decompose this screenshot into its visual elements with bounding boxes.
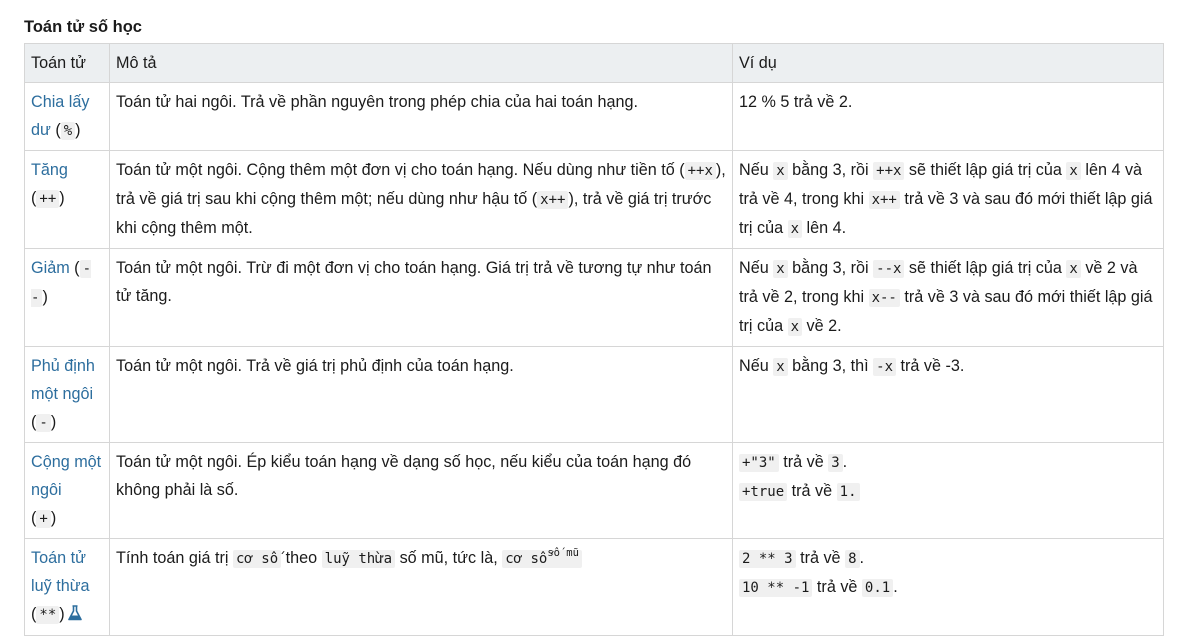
code-snippet: x <box>787 220 803 238</box>
code-snippet: x <box>787 318 803 336</box>
description-cell: Toán tử một ngôi. Ép kiểu toán hạng về d… <box>109 442 733 539</box>
code-snippet: +true <box>739 483 788 501</box>
arithmetic-operators-table: Toán tử Mô tả Ví dụ Chia lấy dư (%) Toán… <box>24 43 1164 636</box>
description-cell: Toán tử một ngôi. Cộng thêm một đơn vị c… <box>109 150 733 249</box>
operator-link-exponentiation[interactable]: Toán tử luỹ thừa <box>31 549 90 595</box>
code-snippet: ++x <box>873 162 905 180</box>
operator-link-unary-negation[interactable]: Phủ định một ngôi <box>31 357 95 403</box>
table-row: Toán tử luỹ thừa(**) Tính toán giá trị c… <box>24 538 1164 636</box>
operator-cell: Phủ định một ngôi(-) <box>24 346 110 443</box>
description-cell: Tính toán giá trị cơ số theo luỹ thừa số… <box>109 538 733 636</box>
code-snippet: 8 <box>845 550 860 568</box>
code-snippet: -x <box>873 358 896 376</box>
code-snippet: luỹ thừa <box>321 550 396 568</box>
table-row: Tăng(++) Toán tử một ngôi. Cộng thêm một… <box>24 150 1164 249</box>
section-title: Toán tử số học <box>24 18 142 36</box>
description-cell: Toán tử hai ngôi. Trả về phần nguyên tro… <box>109 82 733 151</box>
table-row: Giảm (--) Toán tử một ngôi. Trừ đi một đ… <box>24 248 1164 347</box>
operator-symbol: + <box>36 510 51 528</box>
flask-icon[interactable] <box>67 602 82 630</box>
operator-link-decrement[interactable]: Giảm <box>31 259 70 277</box>
operator-symbol: % <box>60 122 76 140</box>
example-cell: Nếu x bằng 3, rồi ++x sẽ thiết lập giá t… <box>732 150 1164 249</box>
operator-cell: Toán tử luỹ thừa(**) <box>24 538 110 636</box>
description-cell: Toán tử một ngôi. Trừ đi một đơn vị cho … <box>109 248 733 347</box>
table-row: Chia lấy dư (%) Toán tử hai ngôi. Trả về… <box>24 82 1164 151</box>
code-snippet: 1. <box>836 483 860 501</box>
code-snippet: x-- <box>868 289 900 307</box>
code-snippet: x++ <box>537 191 569 209</box>
code-snippet: 2 ** 3 <box>739 550 796 568</box>
operator-symbol: - <box>36 414 51 432</box>
code-snippet: x++ <box>868 191 900 209</box>
header-example: Ví dụ <box>732 43 1164 83</box>
code-snippet: +"3" <box>739 454 779 472</box>
code-snippet: x <box>773 358 788 376</box>
operator-cell: Cộng một ngôi(+) <box>24 442 110 539</box>
operator-symbol: ++ <box>36 190 60 208</box>
code-snippet: 3 <box>828 454 843 472</box>
table-row: Cộng một ngôi(+) Toán tử một ngôi. Ép ki… <box>24 442 1164 539</box>
example-cell: Nếu x bằng 3, thì -x trả về -3. <box>732 346 1164 443</box>
code-snippet: x <box>1066 162 1081 180</box>
code-snippet: x <box>773 162 788 180</box>
code-snippet: x <box>1066 260 1081 278</box>
header-description: Mô tả <box>109 43 733 83</box>
code-snippet: ++x <box>684 162 716 180</box>
code-snippet: --x <box>873 260 905 278</box>
header-operator: Toán tử <box>24 43 110 83</box>
code-snippet: 10 ** -1 <box>739 579 813 597</box>
operator-cell: Tăng(++) <box>24 150 110 249</box>
example-cell: +"3" trả về 3. +true trả về 1. <box>732 442 1164 539</box>
operator-symbol: ** <box>36 606 60 624</box>
example-cell: 12 % 5 trả về 2. <box>732 82 1164 151</box>
code-snippet: cơ sốsố mũ <box>502 547 582 568</box>
table-header-row: Toán tử Mô tả Ví dụ <box>24 43 1164 83</box>
example-cell: 2 ** 3 trả về 8. 10 ** -1 trả về 0.1. <box>732 538 1164 636</box>
operator-link-unary-plus[interactable]: Cộng một ngôi <box>31 453 101 499</box>
operator-cell: Chia lấy dư (%) <box>24 82 110 151</box>
code-snippet: 0.1 <box>861 579 894 597</box>
exponent-superscript: số mũ <box>547 547 579 559</box>
code-snippet: x <box>773 260 788 278</box>
code-snippet: cơ số <box>232 550 282 568</box>
description-cell: Toán tử một ngôi. Trả về giá trị phủ địn… <box>109 346 733 443</box>
operator-cell: Giảm (--) <box>24 248 110 347</box>
operator-link-increment[interactable]: Tăng <box>31 161 68 179</box>
table-row: Phủ định một ngôi(-) Toán tử một ngôi. T… <box>24 346 1164 443</box>
example-cell: Nếu x bằng 3, rồi --x sẽ thiết lập giá t… <box>732 248 1164 347</box>
